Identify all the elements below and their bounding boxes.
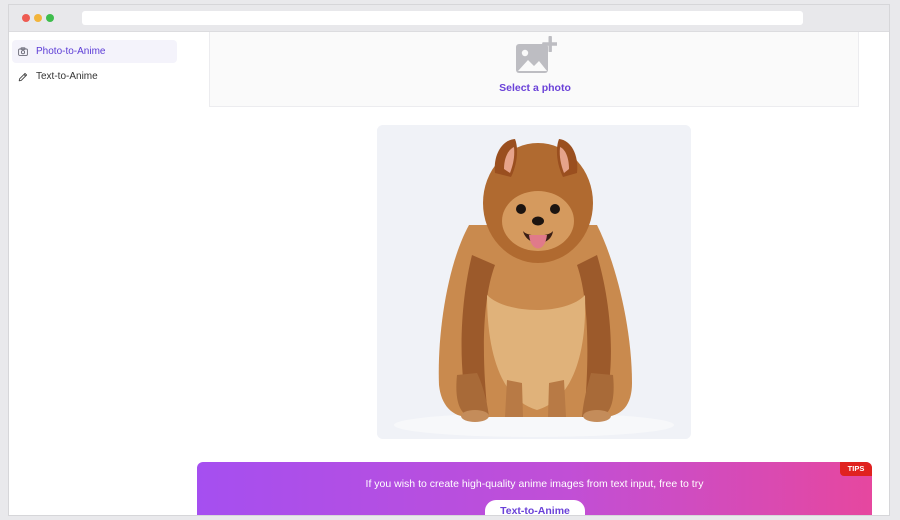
sidebar-item-photo-to-anime[interactable]: Photo-to-Anime [12, 40, 177, 63]
select-photo-label: Select a photo [499, 82, 571, 94]
minimize-window-button[interactable] [34, 14, 42, 22]
sidebar-item-text-to-anime[interactable]: Text-to-Anime [12, 65, 177, 88]
banner-message: If you wish to create high-quality anime… [365, 478, 704, 490]
main-content: Select a photo TIPS If you wish to creat… [189, 32, 889, 515]
maximize-window-button[interactable] [46, 14, 54, 22]
photo-upload-area[interactable]: Select a photo [209, 32, 859, 107]
browser-window: Photo-to-Anime Text-to-Anime Select a ph [8, 4, 890, 516]
camera-icon [18, 47, 28, 57]
pencil-icon [18, 72, 28, 82]
sidebar-item-label: Photo-to-Anime [36, 46, 106, 57]
close-window-button[interactable] [22, 14, 30, 22]
tips-banner: TIPS If you wish to create high-quality … [197, 462, 872, 515]
anime-preview-image [377, 125, 691, 439]
add-image-icon [515, 36, 559, 74]
browser-titlebar [9, 5, 889, 32]
tips-badge: TIPS [840, 462, 872, 476]
dog-image [377, 125, 691, 439]
sidebar: Photo-to-Anime Text-to-Anime [9, 32, 189, 515]
text-to-anime-button[interactable]: Text-to-Anime [485, 500, 585, 515]
sidebar-item-label: Text-to-Anime [36, 71, 98, 82]
address-bar[interactable] [82, 11, 803, 25]
